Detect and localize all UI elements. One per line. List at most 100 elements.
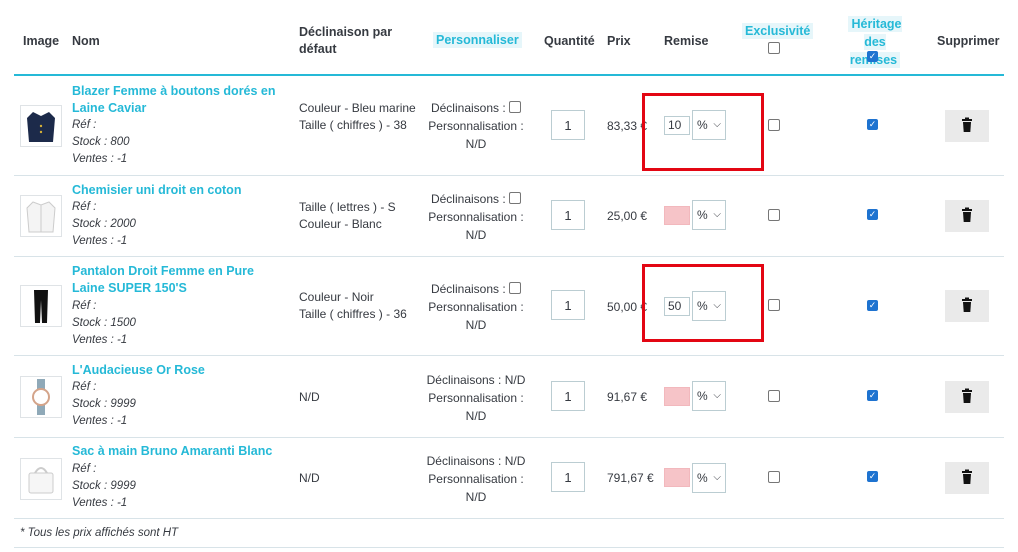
price-value: 25,00 € xyxy=(607,209,648,223)
product-stock: Stock : 9999 xyxy=(72,398,136,410)
header-declinaison: Déclinaison par défaut xyxy=(299,25,393,56)
product-ref: Réf : xyxy=(72,300,97,312)
inherit-checkbox[interactable]: ✓ xyxy=(867,209,878,220)
header-personnaliser[interactable]: Personnaliser xyxy=(433,32,522,48)
inherit-checkbox[interactable]: ✓ xyxy=(867,390,878,401)
product-sales: Ventes : -1 xyxy=(72,334,128,346)
declinaison-value: Couleur - Noir Taille ( chiffres ) - 36 xyxy=(299,290,407,321)
product-stock: Stock : 1500 xyxy=(72,317,136,329)
quantity-input[interactable]: 1 xyxy=(551,200,585,230)
discount-unit-select[interactable]: % ⌵ xyxy=(692,200,726,230)
discount-input[interactable] xyxy=(664,206,690,225)
discount-input[interactable] xyxy=(664,387,690,406)
declinaison-value: Taille ( lettres ) - S Couleur - Blanc xyxy=(299,200,396,231)
exclusive-checkbox[interactable] xyxy=(768,119,780,133)
product-ref: Réf : xyxy=(72,201,97,213)
declinaisons-checkbox[interactable] xyxy=(509,282,522,294)
exclusive-checkbox[interactable] xyxy=(768,299,780,313)
personalisation-cell: Déclinaisons : N/D Personnalisation : N/… xyxy=(426,454,526,504)
discount-highlight xyxy=(642,93,764,171)
product-sales: Ventes : -1 xyxy=(72,153,128,165)
header-prix: Prix xyxy=(607,34,631,48)
product-name-link[interactable]: L'Audacieuse Or Rose xyxy=(72,362,282,379)
product-name-link[interactable]: Sac à main Bruno Amaranti Blanc xyxy=(72,443,282,460)
personalisation-cell: Déclinaisons : Personnalisation : N/D xyxy=(428,101,524,151)
chevron-down-icon: ⌵ xyxy=(713,472,721,483)
trash-icon xyxy=(962,117,972,132)
quantity-input[interactable]: 1 xyxy=(551,381,585,411)
product-name-link[interactable]: Pantalon Droit Femme en Pure Laine SUPER… xyxy=(72,263,282,297)
product-thumbnail xyxy=(20,105,62,147)
product-thumbnail xyxy=(20,195,62,237)
header-divider xyxy=(14,74,1004,76)
product-sales: Ventes : -1 xyxy=(72,415,128,427)
product-name-link[interactable]: Chemisier uni droit en coton xyxy=(72,182,282,199)
personalisation-cell: Déclinaisons : Personnalisation : N/D xyxy=(428,282,524,332)
personalisation-cell: Déclinaisons : N/D Personnalisation : N/… xyxy=(426,373,526,423)
delete-button[interactable] xyxy=(945,290,989,322)
product-thumbnail xyxy=(20,458,62,500)
header-name: Nom xyxy=(72,34,100,48)
declinaison-value: N/D xyxy=(299,390,320,404)
header-remise: Remise xyxy=(664,34,709,48)
quantity-input[interactable]: 1 xyxy=(551,290,585,320)
header-image: Image xyxy=(23,34,60,48)
declinaison-value: Couleur - Bleu marine Taille ( chiffres )… xyxy=(299,101,416,132)
product-ref: Réf : xyxy=(72,119,97,131)
price-value: 91,67 € xyxy=(607,390,648,404)
trousers-image xyxy=(34,290,48,323)
heritage-all-checkbox[interactable]: ✓ xyxy=(867,51,878,62)
discount-highlight xyxy=(642,264,764,342)
exclusive-checkbox[interactable] xyxy=(768,390,780,404)
watch-image xyxy=(32,379,50,415)
footer-divider xyxy=(14,547,1004,548)
personalisation-cell: Déclinaisons : Personnalisation : N/D xyxy=(428,192,524,242)
declinaison-value: N/D xyxy=(299,471,320,485)
header-quantite: Quantité xyxy=(544,34,595,48)
row-divider xyxy=(14,355,1004,356)
trash-icon xyxy=(962,469,972,484)
delete-button[interactable] xyxy=(945,200,989,232)
exclusive-checkbox[interactable] xyxy=(768,209,780,223)
trash-icon xyxy=(962,297,972,312)
delete-button[interactable] xyxy=(945,462,989,494)
inherit-checkbox[interactable]: ✓ xyxy=(867,471,878,482)
product-ref: Réf : xyxy=(72,381,97,393)
row-divider xyxy=(14,437,1004,438)
product-sales: Ventes : -1 xyxy=(72,497,128,509)
header-supprimer: Supprimer xyxy=(937,34,1000,48)
row-divider xyxy=(14,175,1004,176)
product-stock: Stock : 2000 xyxy=(72,218,136,230)
exclusivite-all-checkbox[interactable] xyxy=(768,42,780,56)
declinaisons-checkbox[interactable] xyxy=(509,192,522,204)
shirt-image xyxy=(26,201,56,233)
discount-input[interactable] xyxy=(664,468,690,487)
trash-icon xyxy=(962,388,972,403)
product-sales: Ventes : -1 xyxy=(72,235,128,247)
chevron-down-icon: ⌵ xyxy=(713,209,721,220)
row-divider xyxy=(14,256,1004,257)
inherit-checkbox[interactable]: ✓ xyxy=(867,300,878,311)
bag-image xyxy=(28,467,54,494)
delete-button[interactable] xyxy=(945,110,989,142)
footnote: * Tous les prix affichés sont HT xyxy=(20,527,179,539)
quantity-input[interactable]: 1 xyxy=(551,462,585,492)
delete-button[interactable] xyxy=(945,381,989,413)
blazer-image xyxy=(27,112,55,142)
product-thumbnail xyxy=(20,376,62,418)
product-name-link[interactable]: Blazer Femme à boutons dorés en Laine Ca… xyxy=(72,83,282,117)
inherit-checkbox[interactable]: ✓ xyxy=(867,119,878,130)
chevron-down-icon: ⌵ xyxy=(713,390,721,401)
product-thumbnail xyxy=(20,285,62,327)
product-stock: Stock : 800 xyxy=(72,136,130,148)
header-exclusivite[interactable]: Exclusivité xyxy=(742,23,814,39)
quantity-input[interactable]: 1 xyxy=(551,110,585,140)
trash-icon xyxy=(962,207,972,222)
exclusive-checkbox[interactable] xyxy=(768,471,780,485)
row-divider xyxy=(14,518,1004,519)
declinaisons-checkbox[interactable] xyxy=(509,101,522,113)
discount-unit-select[interactable]: % ⌵ xyxy=(692,463,726,493)
discount-unit-select[interactable]: % ⌵ xyxy=(692,381,726,411)
product-ref: Réf : xyxy=(72,463,97,475)
product-stock: Stock : 9999 xyxy=(72,480,136,492)
